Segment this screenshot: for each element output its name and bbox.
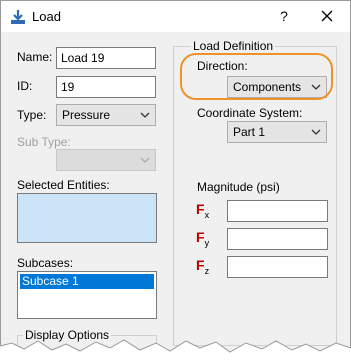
torn-edge-decoration (0, 339, 351, 361)
